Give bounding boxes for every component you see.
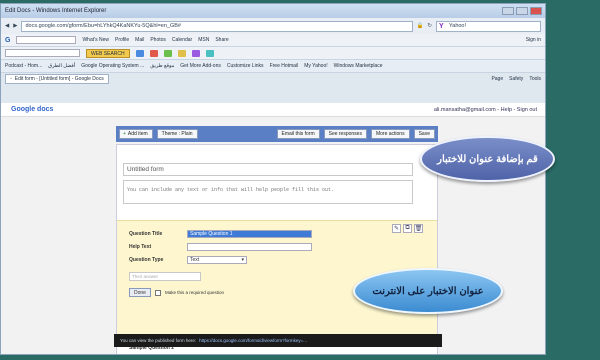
toolbar-item[interactable]: Profile	[115, 37, 129, 43]
form-description-input[interactable]: You can include any text or info that wi…	[123, 180, 413, 204]
favorite-link[interactable]: Google Operating System ...	[81, 63, 144, 69]
duplicate-icon[interactable]: ⧉	[403, 224, 412, 233]
refresh-icon[interactable]: ↻	[427, 23, 432, 29]
published-url[interactable]: https://docs.google.com/forms/d/viewform…	[199, 338, 307, 343]
question-title-row: Question Title Sample Question 1	[129, 230, 312, 238]
toolbar-item[interactable]: Share	[215, 37, 228, 43]
form-title-input[interactable]: Untitled form	[123, 163, 413, 176]
search-placeholder: Yahoo!	[449, 23, 467, 29]
question-type-value: Text	[190, 257, 200, 263]
forward-icon[interactable]: ▶	[13, 23, 17, 29]
toolbar-icon[interactable]	[205, 49, 214, 57]
address-input[interactable]: docs.google.com/gform/Ebu=hLYhkQ4KaNKYu-…	[21, 20, 413, 32]
question-type-row: Question Type Text ▾	[129, 256, 247, 264]
tools-menu[interactable]: Tools	[529, 76, 541, 82]
gdocs-header: Google docs ali.mansatha@gmail.com - Hel…	[1, 103, 545, 117]
tab-row: ▫ Edit form - [Untitled form] - Google D…	[1, 73, 545, 85]
google-icon[interactable]: G	[5, 37, 10, 44]
form-toolbar: + Add item Theme : Plain Email this form…	[116, 126, 438, 142]
toolbar-item[interactable]: Photos	[150, 37, 166, 43]
favorite-link[interactable]: موقع طريق	[150, 63, 174, 69]
search-toolbar-input[interactable]	[5, 49, 80, 57]
status-bar: You can view the published form here: ht…	[114, 334, 442, 347]
address-text: docs.google.com/gform/Ebu=hLYhkQ4KaNKYu-…	[25, 23, 181, 29]
email-form-button[interactable]: Email this form	[276, 129, 320, 139]
done-row: Done Make this a required question	[129, 288, 224, 297]
form-canvas: Untitled form You can include any text o…	[116, 144, 438, 355]
callout-online-address: عنوان الاختبار على الانترنت	[353, 268, 503, 314]
favorite-link[interactable]: My Yahoo!	[304, 63, 327, 69]
favorite-link[interactable]: أفضل الطرق	[48, 63, 75, 69]
help-text-input[interactable]	[187, 243, 312, 251]
search-input[interactable]: Y Yahoo!	[436, 20, 541, 32]
toolbar-icon[interactable]	[149, 49, 158, 57]
slide-margin	[546, 0, 600, 360]
tab-label: Edit form - [Untitled form] - Google Doc…	[14, 76, 104, 82]
form-title-text: Untitled form	[127, 166, 164, 173]
callout-add-title: قم بإضافة عنوان للاختبار	[420, 136, 555, 182]
favorite-link[interactable]: Get More Add-ons	[180, 63, 221, 69]
favorite-link[interactable]: Windows Marketplace	[334, 63, 383, 69]
account-links[interactable]: ali.mansatha@gmail.com - Help - Sign out	[434, 107, 537, 113]
toolbar-item[interactable]: What's New	[82, 37, 109, 43]
web-search-button[interactable]: WEB SEARCH	[86, 48, 130, 58]
google-toolbar-input[interactable]	[16, 36, 77, 44]
lock-icon: 🔒	[416, 23, 424, 29]
gdocs-logo[interactable]: Google docs	[11, 106, 434, 113]
title-bar: Edit Docs - Windows Internet Explorer	[1, 4, 545, 18]
question-type-label: Question Type	[129, 257, 164, 263]
toolbar-item[interactable]: Calendar	[172, 37, 192, 43]
toolbar-icon[interactable]	[135, 49, 144, 57]
save-button[interactable]: Save	[413, 129, 435, 139]
toolbar-icon[interactable]	[163, 49, 172, 57]
delete-icon[interactable]: 🗑	[414, 224, 423, 233]
page-menu[interactable]: Page	[491, 76, 503, 82]
google-toolbar: G What's New Profile Mail Photos Calenda…	[1, 34, 545, 47]
toolbar-item[interactable]: MSN	[198, 37, 209, 43]
toolbar-icon[interactable]	[191, 49, 200, 57]
minimize-button[interactable]	[502, 7, 514, 15]
question-type-select[interactable]: Text ▾	[187, 256, 247, 264]
toolbar-item[interactable]: Mail	[135, 37, 144, 43]
close-button[interactable]	[530, 7, 542, 15]
add-item-button[interactable]: + Add item	[119, 129, 153, 139]
favorites-bar: Podcast - Hom... أفضل الطرق Google Opera…	[1, 60, 545, 73]
back-icon[interactable]: ◀	[5, 23, 9, 29]
favorite-link[interactable]: Free Hotmail	[270, 63, 299, 69]
sample-question-2-input	[129, 354, 201, 355]
add-item-label: Add item	[127, 131, 148, 137]
theme-button[interactable]: Theme : Plain	[156, 129, 198, 139]
toolbar-signin[interactable]: Sign in	[526, 37, 541, 43]
tab-active[interactable]: ▫ Edit form - [Untitled form] - Google D…	[5, 74, 109, 84]
safety-menu[interactable]: Safety	[509, 76, 523, 82]
required-label: Make this a required question	[164, 290, 224, 295]
toolbar-icon[interactable]	[177, 49, 186, 57]
question-title-label: Question Title	[129, 231, 163, 237]
favorite-link[interactable]: Customize Links	[227, 63, 264, 69]
callout-add-title-text: قم بإضافة عنوان للاختبار	[437, 153, 538, 165]
question-title-input[interactable]: Sample Question 1	[187, 230, 312, 238]
window-controls	[502, 7, 545, 15]
page-icon: ▫	[10, 76, 12, 82]
help-text-row: Help Text	[129, 243, 312, 251]
required-checkbox[interactable]	[154, 289, 161, 296]
more-actions-button[interactable]: More actions	[370, 129, 410, 139]
chevron-down-icon: ▾	[241, 257, 244, 263]
callout-online-address-text: عنوان الاختبار على الانترنت	[372, 285, 484, 297]
see-responses-button[interactable]: See responses	[323, 129, 367, 139]
question-actions: ✎ ⧉ 🗑	[392, 224, 423, 233]
edit-icon[interactable]: ✎	[392, 224, 401, 233]
done-button[interactable]: Done	[129, 288, 151, 297]
favorite-link[interactable]: Podcast - Hom...	[5, 63, 42, 69]
maximize-button[interactable]	[516, 7, 528, 15]
status-text: You can view the published form here:	[120, 338, 197, 343]
question-title-value: Sample Question 1	[190, 231, 233, 237]
yahoo-icon: Y	[439, 22, 444, 30]
plus-icon: +	[123, 131, 126, 137]
answer-preview: Their answer	[129, 272, 201, 281]
search-toolbar: WEB SEARCH	[1, 47, 545, 60]
help-text-label: Help Text	[129, 244, 152, 250]
window-title: Edit Docs - Windows Internet Explorer	[5, 8, 107, 14]
address-bar-row: ◀ ▶ docs.google.com/gform/Ebu=hLYhkQ4KaN…	[1, 18, 545, 34]
